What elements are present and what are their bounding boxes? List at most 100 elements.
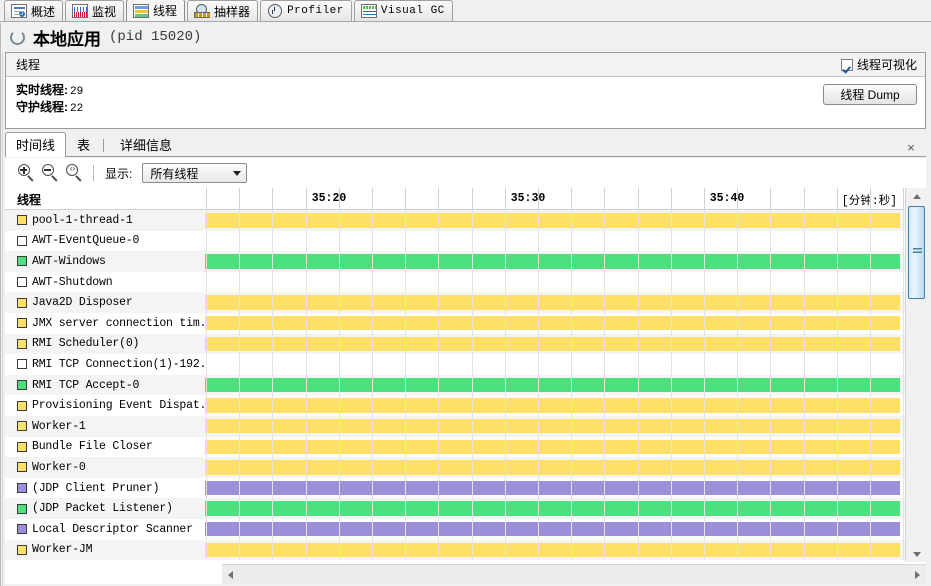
timeline-gridline — [770, 230, 771, 252]
thread-state-bar-wait[interactable] — [205, 418, 900, 434]
table-row[interactable]: (JDP Client Pruner) — [5, 477, 905, 499]
table-row[interactable]: Worker-0 — [5, 457, 905, 478]
thread-state-bar-running[interactable] — [205, 501, 900, 516]
table-row[interactable]: Provisioning Event Dispat... — [5, 395, 905, 416]
thread-name-cell[interactable]: Worker-JM — [5, 540, 204, 561]
thread-name-cell[interactable]: JMX server connection tim... — [5, 313, 204, 334]
table-row[interactable]: AWT-EventQueue-0 — [5, 230, 905, 252]
scroll-down-icon[interactable] — [906, 546, 927, 562]
thread-state-bar-wait[interactable] — [205, 336, 900, 352]
thread-name-cell[interactable]: Local Descriptor Scanner — [5, 519, 204, 540]
thread-track-cell[interactable] — [204, 539, 905, 561]
table-row[interactable]: Local Descriptor Scanner — [5, 518, 905, 540]
thread-state-bar-wait[interactable] — [205, 460, 900, 475]
thread-track-cell[interactable] — [204, 251, 905, 272]
thread-dump-button[interactable]: 线程 Dump — [823, 84, 917, 105]
thread-track-cell[interactable] — [204, 395, 905, 416]
thread-track-cell[interactable] — [204, 436, 905, 458]
zoom-fit-icon[interactable]: ‹› — [65, 163, 85, 183]
thread-track-cell[interactable] — [204, 292, 905, 313]
thread-name-cell[interactable]: (JDP Client Pruner) — [5, 478, 204, 499]
vertical-scrollbar[interactable] — [905, 188, 926, 562]
zoom-out-icon[interactable] — [41, 163, 61, 183]
thread-name-cell[interactable]: Provisioning Event Dispat... — [5, 395, 204, 416]
thread-track-cell[interactable] — [204, 498, 905, 519]
table-row[interactable]: RMI TCP Connection(1)-192... — [5, 354, 905, 375]
thread-state-bar-sleeping[interactable] — [205, 521, 900, 537]
tab-table[interactable]: 表 — [66, 132, 101, 157]
table-row[interactable]: Worker-1 — [5, 415, 905, 437]
scroll-up-icon[interactable] — [906, 188, 927, 204]
thread-name-cell[interactable]: Worker-0 — [5, 457, 204, 478]
thread-state-bar-running[interactable] — [205, 254, 900, 269]
live-threads-value: 29 — [70, 86, 84, 98]
thread-state-bar-wait[interactable] — [205, 295, 900, 310]
thread-filter-select[interactable]: 所有线程 — [142, 163, 248, 183]
thread-name-cell[interactable]: Worker-1 — [5, 416, 204, 437]
thread-track-cell[interactable] — [204, 457, 905, 478]
thread-name-cell[interactable]: AWT-Shutdown — [5, 272, 204, 293]
timeline-gridline — [206, 210, 207, 231]
checkbox-checked-icon[interactable] — [840, 58, 853, 71]
timeline-gridline — [405, 210, 406, 231]
thread-state-bar-wait[interactable] — [205, 315, 900, 331]
table-row[interactable]: RMI TCP Accept-0 — [5, 374, 905, 396]
scroll-right-icon[interactable] — [909, 565, 926, 584]
timeline-gridline — [870, 374, 871, 396]
app-tab-5[interactable]: Profiler — [260, 0, 352, 21]
thread-name-cell[interactable]: (JDP Packet Listener) — [5, 498, 204, 519]
horizontal-scrollbar[interactable] — [222, 564, 926, 584]
app-tab-4[interactable]: 抽样器 — [187, 0, 259, 21]
timeline-gridline — [272, 415, 273, 437]
table-row[interactable]: Worker-JM — [5, 539, 905, 561]
app-tab-6[interactable]: Visual GC — [353, 0, 453, 21]
tab-details[interactable]: 详细信息 — [109, 132, 183, 157]
thread-name-cell[interactable]: pool-1-thread-1 — [5, 210, 204, 231]
close-icon[interactable]: × — [904, 140, 918, 155]
thread-track-cell[interactable] — [204, 312, 905, 334]
panel-header: 线程 线程可视化 — [6, 53, 925, 77]
table-row[interactable]: pool-1-thread-1 — [5, 210, 905, 231]
thread-state-bar-wait[interactable] — [205, 439, 900, 455]
app-tab-2[interactable]: 监视 — [65, 0, 125, 21]
table-row[interactable]: AWT-Shutdown — [5, 271, 905, 293]
hscroll-track[interactable] — [239, 566, 909, 584]
thread-track-cell[interactable] — [204, 333, 905, 355]
table-row[interactable]: Java2D Disposer — [5, 292, 905, 313]
thread-track-cell[interactable] — [204, 271, 905, 293]
thread-name-cell[interactable]: RMI TCP Connection(1)-192... — [5, 354, 204, 375]
table-row[interactable]: (JDP Packet Listener) — [5, 498, 905, 519]
thread-track-cell[interactable] — [204, 374, 905, 396]
thread-state-bar-wait[interactable] — [205, 213, 900, 228]
thread-name-cell[interactable]: AWT-Windows — [5, 251, 204, 272]
thread-name-cell[interactable]: Bundle File Closer — [5, 437, 204, 458]
thread-track-cell[interactable] — [204, 518, 905, 540]
thread-track-cell[interactable] — [204, 230, 905, 252]
table-row[interactable]: AWT-Windows — [5, 251, 905, 272]
thread-track-cell[interactable] — [204, 210, 905, 231]
app-tab-3[interactable]: 线程 — [126, 0, 186, 21]
thread-state-bar-wait[interactable] — [205, 398, 900, 413]
thread-name-cell[interactable]: Java2D Disposer — [5, 292, 204, 313]
thread-track-cell[interactable] — [204, 354, 905, 375]
vscroll-thumb[interactable] — [908, 206, 925, 299]
thread-name-cell[interactable]: RMI TCP Accept-0 — [5, 375, 204, 396]
thread-name-cell[interactable]: RMI Scheduler(0) — [5, 334, 204, 355]
profiler-icon — [267, 4, 283, 18]
zoom-in-icon[interactable] — [17, 163, 37, 183]
thread-state-bar-wait[interactable] — [205, 542, 900, 557]
table-row[interactable]: JMX server connection tim... — [5, 312, 905, 334]
thread-track-cell[interactable] — [204, 415, 905, 437]
thread-track-cell[interactable] — [204, 477, 905, 499]
thread-visualization-checkbox[interactable]: 线程可视化 — [840, 56, 917, 73]
timeline-gridline — [604, 395, 605, 416]
thread-state-bar-sleeping[interactable] — [205, 480, 900, 496]
scroll-left-icon[interactable] — [222, 565, 239, 584]
tab-timeline[interactable]: 时间线 — [5, 132, 67, 157]
thread-name-cell[interactable]: AWT-EventQueue-0 — [5, 231, 204, 252]
table-row[interactable]: RMI Scheduler(0) — [5, 333, 905, 355]
timeline-gridline — [438, 415, 439, 437]
app-tab-1[interactable]: 概述 — [4, 0, 64, 21]
thread-state-bar-running[interactable] — [205, 377, 900, 393]
table-row[interactable]: Bundle File Closer — [5, 436, 905, 458]
